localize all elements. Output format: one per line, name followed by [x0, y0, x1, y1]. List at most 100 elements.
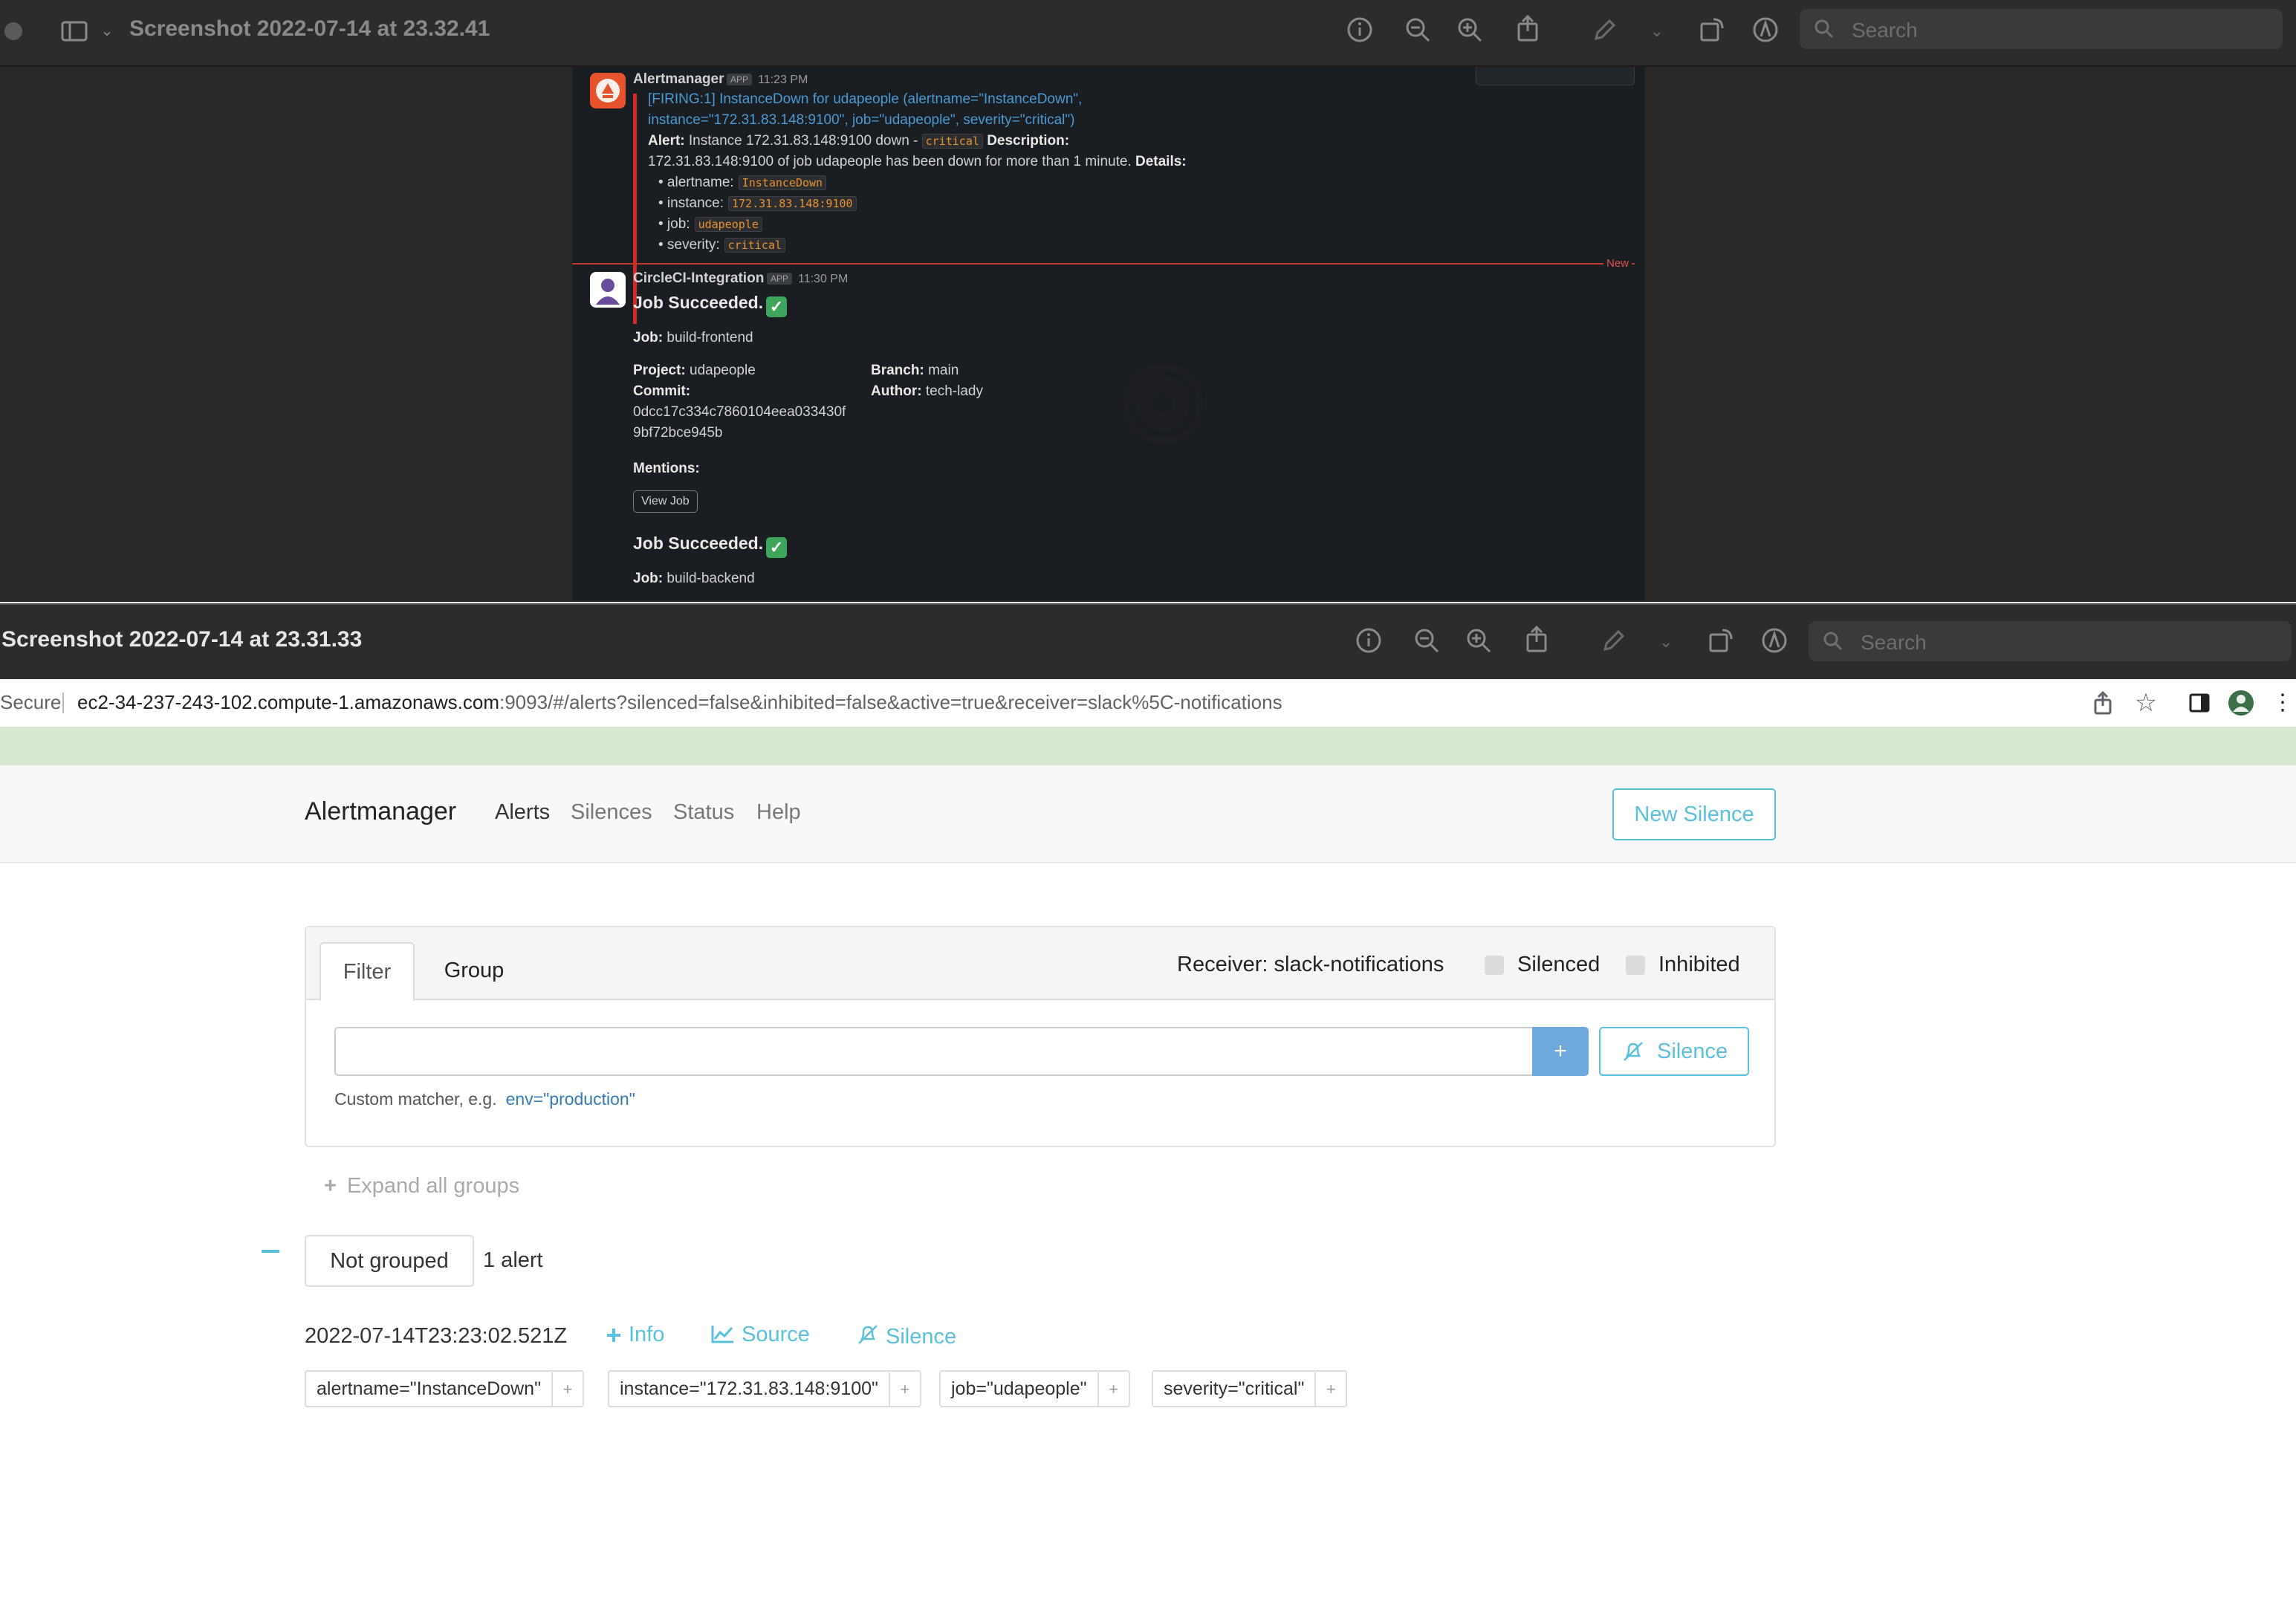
info-icon[interactable] [1354, 626, 1384, 655]
silenced-label[interactable]: Silenced [1517, 953, 1600, 977]
nav-silences[interactable]: Silences [571, 800, 652, 825]
add-label-filter-button[interactable]: + [1097, 1372, 1129, 1407]
window-title: Screenshot 2022-07-14 at 23.31.33 [1, 627, 363, 652]
more-menu-icon[interactable]: ⋮ [2268, 688, 2296, 718]
silence-filter-button[interactable]: Silence [1599, 1027, 1749, 1076]
detail-value: 172.31.83.148:9100 [727, 196, 857, 211]
receiver-label[interactable]: Receiver: slack-notifications [1177, 953, 1444, 977]
alert-silence-link[interactable]: Silence [856, 1323, 956, 1349]
alert-label: Alert: [648, 133, 685, 149]
message-time[interactable]: 11:30 PM [798, 273, 848, 286]
detail-row: • severity: critical [658, 237, 857, 258]
message-sender[interactable]: Alertmanager [633, 71, 724, 88]
add-label-filter-button[interactable]: + [1314, 1372, 1346, 1407]
job-line: Job: build-frontend [633, 330, 753, 346]
label-chip-severity[interactable]: severity="critical" + [1152, 1370, 1348, 1407]
nav-alerts[interactable]: Alerts [495, 800, 550, 825]
label-chip-instance[interactable]: instance="172.31.83.148:9100" + [608, 1370, 921, 1407]
chevron-down-icon[interactable]: ⌄ [92, 16, 122, 46]
zoom-out-icon[interactable] [1403, 15, 1433, 45]
commit-hash-1: 0dcc17c334c7860104eea033430f [633, 404, 846, 420]
add-matcher-button[interactable]: + [1532, 1027, 1589, 1076]
address-url[interactable]: ec2-34-237-243-102.compute-1.amazonaws.c… [77, 691, 1282, 714]
alert-text: Instance 172.31.83.148:9100 down - [688, 133, 922, 149]
zoom-out-icon[interactable] [1412, 626, 1442, 655]
toolbar-search-field[interactable]: Search [1809, 621, 2292, 661]
message-actions-toolbar[interactable] [1476, 67, 1635, 85]
side-panel-icon[interactable] [2185, 688, 2214, 718]
branch-line: Branch: main [871, 363, 959, 379]
new-silence-button[interactable]: New Silence [1612, 788, 1776, 840]
info-icon[interactable] [1345, 15, 1375, 45]
window-close-dot[interactable] [4, 22, 22, 40]
brand-logo-text[interactable]: Alertmanager [305, 797, 456, 826]
label-chip-job[interactable]: job="udapeople" + [939, 1370, 1130, 1407]
filter-matcher-input[interactable] [334, 1027, 1534, 1076]
tab-filter[interactable]: Filter [320, 942, 415, 1002]
bookmark-star-icon[interactable]: ☆ [2131, 688, 2161, 718]
search-icon [1823, 632, 1843, 651]
plus-icon: + [324, 1174, 337, 1198]
share-icon[interactable] [2088, 688, 2118, 718]
alert-count: 1 alert [483, 1248, 543, 1272]
collapse-group-icon[interactable] [262, 1250, 279, 1253]
hint-text: Custom matcher, e.g. [334, 1089, 497, 1109]
circleci-avatar[interactable] [590, 272, 626, 308]
message-sender[interactable]: CircleCI-Integration [633, 270, 764, 287]
browser-address-bar[interactable]: Secure ec2-34-237-243-102.compute-1.amaz… [0, 679, 2296, 727]
annotate-icon[interactable] [1751, 15, 1780, 45]
rotate-icon[interactable] [1697, 15, 1727, 45]
expand-all-groups[interactable]: + Expand all groups [324, 1174, 519, 1199]
label-text[interactable]: severity="critical" [1153, 1372, 1314, 1406]
detail-key: • job: [658, 216, 690, 232]
annotate-icon[interactable] [1760, 626, 1789, 655]
project-line: Project: udapeople [633, 363, 756, 379]
zoom-in-icon[interactable] [1464, 626, 1494, 655]
markup-pen-icon[interactable] [1590, 15, 1620, 45]
preview-window-top: ⌄ Screenshot 2022-07-14 at 23.32.41 ⌄ Se… [0, 0, 2296, 602]
job-line: Job: build-backend [633, 571, 755, 587]
message-time[interactable]: 11:23 PM [758, 74, 808, 87]
chevron-down-icon[interactable]: ⌄ [1651, 627, 1681, 657]
url-path: :9093/#/alerts?silenced=false&inhibited=… [499, 691, 1282, 713]
details-label: Details: [1135, 154, 1187, 169]
firing-title-link[interactable]: [FIRING:1] InstanceDown for udapeople (a… [648, 91, 1082, 129]
commit-hash-2: 9bf72bce945b [633, 425, 723, 441]
job-label: Job: [633, 571, 664, 586]
chevron-down-icon[interactable]: ⌄ [1642, 16, 1672, 46]
hint-example[interactable]: env="production" [506, 1089, 635, 1109]
label-text[interactable]: alertname="InstanceDown" [306, 1372, 551, 1406]
share-icon[interactable] [1522, 624, 1551, 654]
label-chip-alertname[interactable]: alertname="InstanceDown" + [305, 1370, 584, 1407]
inhibited-checkbox[interactable] [1626, 956, 1645, 975]
expand-all-label: Expand all groups [346, 1174, 520, 1198]
add-label-filter-button[interactable]: + [888, 1372, 920, 1407]
job-name: build-frontend [667, 330, 753, 346]
sidebar-toggle-icon[interactable] [59, 16, 89, 46]
alertmanager-avatar[interactable] [590, 73, 626, 108]
toolbar-search-field[interactable]: Search [1800, 9, 2283, 49]
markup-pen-icon[interactable] [1599, 626, 1629, 655]
add-label-filter-button[interactable]: + [551, 1372, 583, 1407]
details-list: • alertname: InstanceDown • instance: 172.3… [658, 175, 857, 258]
label-text[interactable]: instance="172.31.83.148:9100" [609, 1372, 889, 1406]
filter-panel: Filter Group Receiver: slack-notificatio… [305, 926, 1776, 1147]
alert-source-link[interactable]: Source [710, 1323, 810, 1347]
nav-status[interactable]: Status [673, 800, 734, 825]
zoom-in-icon[interactable] [1455, 15, 1485, 45]
check-mark-icon: ✓ [766, 537, 788, 558]
plus-icon [607, 1329, 620, 1342]
label-text[interactable]: job="udapeople" [941, 1372, 1097, 1406]
view-job-button[interactable]: View Job [633, 490, 698, 513]
profile-avatar-icon[interactable] [2226, 688, 2256, 718]
project-name: udapeople [690, 363, 756, 378]
silenced-checkbox[interactable] [1485, 956, 1504, 975]
author-name: tech-lady [925, 383, 983, 399]
tab-group[interactable]: Group [428, 942, 520, 999]
alert-info-link[interactable]: Info [605, 1323, 664, 1347]
share-icon[interactable] [1513, 13, 1543, 43]
rotate-icon[interactable] [1706, 626, 1736, 655]
inhibited-label[interactable]: Inhibited [1658, 953, 1740, 977]
nav-help[interactable]: Help [756, 800, 801, 825]
page-banner-strip [0, 727, 2296, 765]
